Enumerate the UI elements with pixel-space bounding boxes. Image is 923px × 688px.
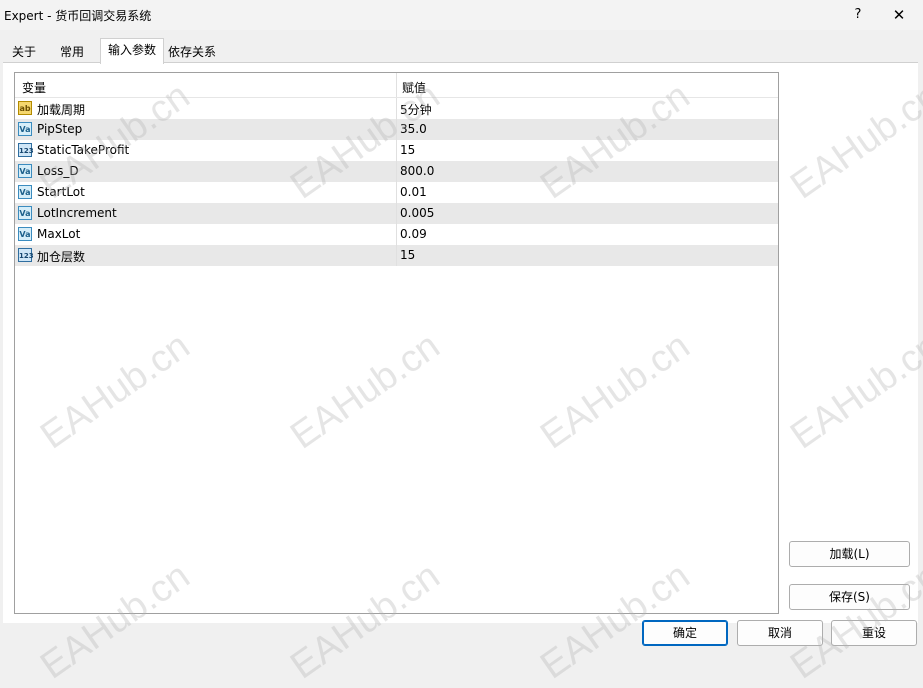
table-row[interactable]: Va StartLot 0.01 xyxy=(15,182,778,203)
double-type-icon: Va xyxy=(18,164,32,178)
table-row[interactable]: 123 加仓层数 15 xyxy=(15,245,778,266)
param-value[interactable]: 0.01 xyxy=(400,185,427,199)
param-name: 加载周期 xyxy=(37,103,86,117)
cell-divider xyxy=(396,245,397,266)
param-value[interactable]: 5分钟 xyxy=(400,101,432,118)
cell-divider xyxy=(396,119,397,140)
param-value[interactable]: 35.0 xyxy=(400,122,427,136)
cell-divider xyxy=(396,203,397,224)
param-name: StartLot xyxy=(37,185,85,199)
cell-divider xyxy=(396,182,397,203)
grid-header: 变量 赋值 xyxy=(15,73,778,98)
column-divider[interactable] xyxy=(396,73,397,97)
integer-type-icon: 123 xyxy=(18,143,34,157)
reset-button[interactable]: 重设 xyxy=(831,620,917,646)
tab-common[interactable]: 常用 xyxy=(50,40,94,64)
param-name: LotIncrement xyxy=(37,206,117,220)
help-button[interactable]: ? xyxy=(848,4,868,26)
double-type-icon: Va xyxy=(18,206,32,220)
table-row[interactable]: Va MaxLot 0.09 xyxy=(15,224,778,245)
save-button[interactable]: 保存(S) xyxy=(789,584,910,610)
ok-button[interactable]: 确定 xyxy=(642,620,728,646)
window-title: Expert - 货币回调交易系统 xyxy=(4,9,152,23)
column-header-variable[interactable]: 变量 xyxy=(22,79,46,96)
integer-type-icon: 123 xyxy=(18,248,34,262)
title-bar: Expert - 货币回调交易系统 ? ✕ xyxy=(0,0,923,30)
tab-about[interactable]: 关于 xyxy=(3,40,45,64)
param-value[interactable]: 15 xyxy=(400,143,415,157)
double-type-icon: Va xyxy=(18,227,32,241)
param-value[interactable]: 15 xyxy=(400,248,415,262)
tab-inputs[interactable]: 输入参数 xyxy=(100,38,164,64)
table-row[interactable]: ab 加载周期 5分钟 xyxy=(15,98,778,119)
table-row[interactable]: Va PipStep 35.0 xyxy=(15,119,778,140)
param-value[interactable]: 0.005 xyxy=(400,206,434,220)
table-row[interactable]: Va Loss_D 800.0 xyxy=(15,161,778,182)
cell-divider xyxy=(396,161,397,182)
close-button[interactable]: ✕ xyxy=(888,4,910,26)
double-type-icon: Va xyxy=(18,122,32,136)
cell-divider xyxy=(396,140,397,161)
param-name: Loss_D xyxy=(37,164,79,178)
string-type-icon: ab xyxy=(18,101,32,115)
table-row[interactable]: 123 StaticTakeProfit 15 xyxy=(15,140,778,161)
cell-divider xyxy=(396,224,397,245)
column-header-value[interactable]: 赋值 xyxy=(402,79,426,96)
param-name: PipStep xyxy=(37,122,83,136)
param-name: StaticTakeProfit xyxy=(37,143,130,157)
load-button[interactable]: 加载(L) xyxy=(789,541,910,567)
parameters-grid[interactable]: 变量 赋值 ab 加载周期 5分钟 Va PipStep 35.0 123 St… xyxy=(14,72,779,614)
double-type-icon: Va xyxy=(18,185,32,199)
table-row[interactable]: Va LotIncrement 0.005 xyxy=(15,203,778,224)
param-name: MaxLot xyxy=(37,227,81,241)
param-value[interactable]: 800.0 xyxy=(400,164,434,178)
tab-dependencies[interactable]: 依存关系 xyxy=(164,40,220,64)
param-value[interactable]: 0.09 xyxy=(400,227,427,241)
cell-divider xyxy=(396,98,397,119)
param-name: 加仓层数 xyxy=(37,250,86,264)
cancel-button[interactable]: 取消 xyxy=(737,620,823,646)
